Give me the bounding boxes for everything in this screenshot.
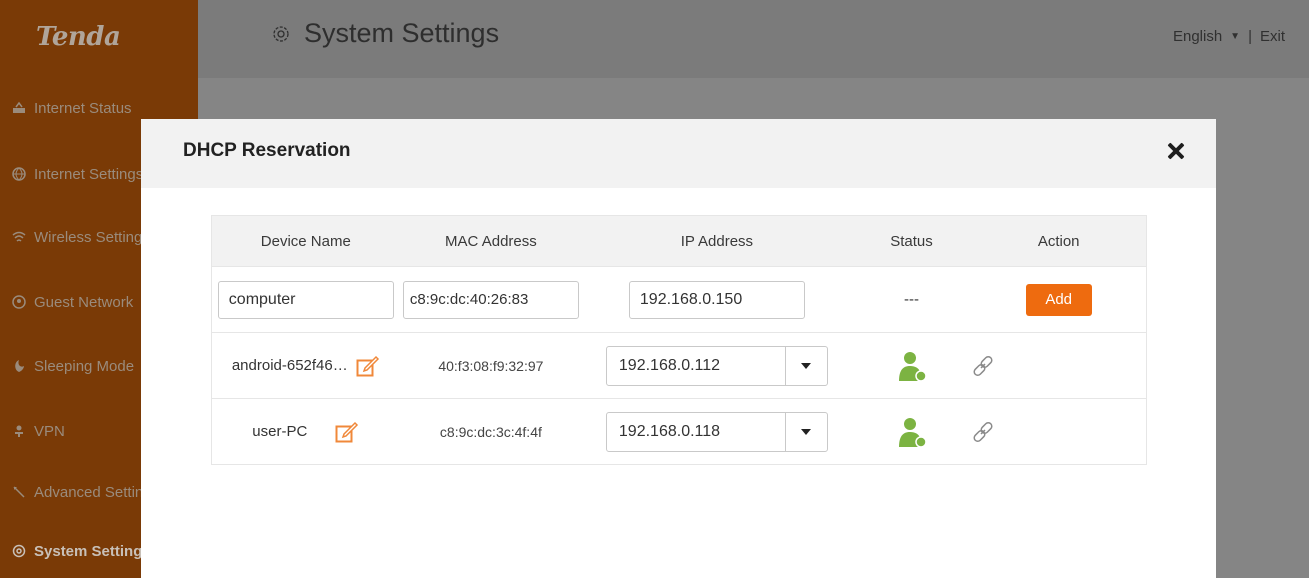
ip-address-value: 192.168.0.118 bbox=[618, 422, 721, 440]
add-button[interactable]: Add bbox=[1025, 283, 1092, 316]
edit-icon[interactable] bbox=[335, 421, 359, 443]
globe-icon bbox=[12, 167, 26, 181]
chevron-down-icon[interactable] bbox=[784, 412, 827, 451]
status-placeholder: --- bbox=[904, 291, 919, 308]
mac-address: 40:f3:08:f9:32:97 bbox=[438, 357, 544, 374]
sidebar-item-internet-status[interactable]: Internet Status bbox=[12, 97, 132, 119]
sidebar-item-label: Internet Settings bbox=[34, 165, 144, 183]
ip-address-select[interactable]: 192.168.0.118 bbox=[605, 411, 828, 452]
column-header: Action bbox=[1037, 232, 1080, 250]
new-entry-row: --- Add bbox=[212, 266, 1146, 332]
sidebar-item-advanced-settings[interactable]: Advanced Settings bbox=[12, 481, 159, 503]
column-header: MAC Address bbox=[445, 232, 537, 250]
sidebar-item-system-settings[interactable]: System Settings bbox=[12, 540, 151, 562]
separator: | bbox=[1248, 28, 1252, 45]
device-name: android-652f46… bbox=[231, 357, 348, 374]
top-header: System Settings English ▼ | Exit bbox=[198, 0, 1309, 78]
sidebar-item-label: Wireless Settings bbox=[34, 228, 150, 246]
sidebar-item-label: Sleeping Mode bbox=[34, 357, 135, 375]
language-select[interactable]: English bbox=[1173, 28, 1222, 45]
action-cell: Add bbox=[971, 283, 1146, 316]
device-name: user-PC bbox=[252, 423, 308, 440]
mac-cell: 40:f3:08:f9:32:97 bbox=[400, 358, 583, 374]
sidebar-item-wireless-settings[interactable]: Wireless Settings bbox=[12, 226, 150, 248]
device-name-cell: android-652f46… bbox=[212, 355, 400, 377]
status-cell: --- bbox=[852, 291, 972, 308]
user-online-icon bbox=[898, 417, 927, 448]
wrench-icon bbox=[12, 485, 26, 499]
gear-icon bbox=[12, 544, 26, 558]
sidebar-item-label: System Settings bbox=[34, 542, 151, 560]
page-title-text: System Settings bbox=[304, 18, 500, 48]
sidebar-item-internet-settings[interactable]: Internet Settings bbox=[12, 163, 143, 185]
guest-icon bbox=[12, 295, 26, 309]
device-name-cell bbox=[212, 280, 400, 319]
sidebar-item-label: Internet Status bbox=[34, 99, 132, 117]
action-cell bbox=[971, 420, 1146, 444]
link-icon[interactable] bbox=[971, 420, 995, 444]
dialog-title: DHCP Reservation bbox=[183, 140, 351, 161]
device-name-cell: user-PC bbox=[212, 421, 400, 443]
table-row: user-PC c8:9c:dc:3c:4f:4f 192.168.0.118 bbox=[212, 398, 1146, 464]
table-row: android-652f46… 40:f3:08:f9:32:97 192.16… bbox=[212, 332, 1146, 398]
user-online-icon bbox=[898, 351, 927, 382]
ip-address-input[interactable] bbox=[628, 280, 805, 319]
language-bar: English ▼ | Exit bbox=[1173, 28, 1285, 45]
sidebar-item-label: VPN bbox=[34, 422, 65, 440]
sidebar-item-vpn[interactable]: VPN bbox=[12, 420, 65, 442]
moon-icon bbox=[12, 359, 26, 373]
chevron-down-icon[interactable]: ▼ bbox=[1230, 31, 1240, 42]
mac-cell: c8:9c:dc:3c:4f:4f bbox=[400, 424, 583, 440]
exit-link[interactable]: Exit bbox=[1260, 28, 1285, 45]
wifi-icon bbox=[12, 230, 26, 244]
close-icon[interactable] bbox=[1166, 141, 1186, 161]
link-icon[interactable] bbox=[971, 354, 995, 378]
device-name-input[interactable] bbox=[217, 280, 394, 319]
column-header: Status bbox=[890, 232, 933, 250]
column-header: IP Address bbox=[680, 232, 754, 250]
mac-address-input[interactable] bbox=[402, 280, 579, 319]
dialog-header: DHCP Reservation bbox=[141, 119, 1216, 188]
sidebar-item-label: Guest Network bbox=[34, 293, 134, 311]
ip-cell: 192.168.0.118 bbox=[582, 411, 851, 452]
tenda-logo[interactable]: Tenda bbox=[36, 22, 121, 52]
gear-icon bbox=[273, 25, 289, 42]
dhcp-reservation-dialog: DHCP Reservation Device Name MAC Address… bbox=[141, 119, 1216, 578]
ip-cell: 192.168.0.112 bbox=[582, 345, 851, 386]
page-title: System Settings bbox=[270, 18, 499, 49]
sidebar-item-sleeping-mode[interactable]: Sleeping Mode bbox=[12, 355, 134, 377]
edit-icon[interactable] bbox=[356, 355, 380, 377]
status-cell bbox=[852, 415, 972, 449]
mac-cell bbox=[400, 280, 583, 319]
reservation-table: Device Name MAC Address IP Address Statu… bbox=[211, 215, 1147, 465]
mac-address: c8:9c:dc:3c:4f:4f bbox=[439, 423, 542, 440]
device-name-group: user-PC bbox=[252, 421, 359, 443]
device-name-group: android-652f46… bbox=[232, 355, 380, 377]
vpn-icon bbox=[12, 424, 26, 438]
ip-address-value: 192.168.0.112 bbox=[618, 356, 721, 374]
sidebar-item-guest-network[interactable]: Guest Network bbox=[12, 291, 133, 313]
table-header-row: Device Name MAC Address IP Address Statu… bbox=[212, 216, 1146, 266]
ip-cell bbox=[582, 280, 851, 319]
action-cell bbox=[971, 354, 1146, 378]
status-cell bbox=[852, 349, 972, 383]
ip-address-select[interactable]: 192.168.0.112 bbox=[605, 345, 828, 386]
chevron-down-icon[interactable] bbox=[784, 346, 827, 385]
router-icon bbox=[12, 101, 26, 115]
column-header: Device Name bbox=[260, 232, 351, 250]
